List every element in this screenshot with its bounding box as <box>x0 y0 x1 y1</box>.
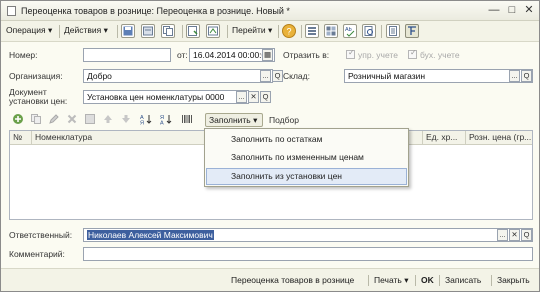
sort-descending-icon[interactable]: ЯA <box>160 113 172 125</box>
comment-label: Комментарий: <box>9 249 65 259</box>
number-label: Номер: <box>9 50 38 60</box>
responsible-label: Ответственный: <box>9 230 73 240</box>
journal-icon[interactable] <box>386 24 400 38</box>
column-header-unit[interactable]: Ед. хр... <box>423 131 466 145</box>
help-icon[interactable]: ? <box>282 24 296 38</box>
comment-field[interactable] <box>83 247 533 261</box>
calendar-icon[interactable]: ▦ <box>262 49 273 61</box>
svg-text:Я: Я <box>140 121 144 126</box>
separator <box>439 275 440 286</box>
responsible-field[interactable]: Николаев Алексей Максимович <box>83 228 533 242</box>
warehouse-search-icon[interactable]: Q <box>521 70 532 82</box>
responsible-clear-icon[interactable]: ✕ <box>509 229 520 241</box>
separator <box>368 275 369 286</box>
bottom-bar: Переоценка товаров в рознице Печать ▾ OK… <box>1 268 539 291</box>
end-edit-icon[interactable] <box>84 113 96 125</box>
date-label: от: <box>177 50 188 60</box>
separator <box>415 275 416 286</box>
separator <box>227 25 228 38</box>
structure-icon[interactable] <box>206 24 220 38</box>
svg-text:A: A <box>160 121 164 126</box>
minimize-button[interactable]: — <box>488 4 500 17</box>
close-window-button[interactable]: ✕ <box>523 4 535 17</box>
window-title: Переоценка товаров в рознице: Переоценка… <box>21 6 290 16</box>
command-bar: Операция ▾ Действия ▾ Перейти ▾ ? Ab <box>1 21 539 42</box>
responsible-value: Николаев Алексей Максимович <box>87 230 214 240</box>
refresh-icon[interactable] <box>186 24 200 38</box>
barcode-icon[interactable] <box>181 113 193 125</box>
price-doc-label-line2: установки цен: <box>9 96 68 106</box>
maximize-button[interactable]: □ <box>506 4 518 17</box>
pick-button[interactable]: Подбор <box>269 115 299 125</box>
print-form-link[interactable]: Переоценка товаров в рознице <box>231 275 354 285</box>
number-field[interactable] <box>83 48 171 62</box>
separator <box>117 25 118 38</box>
goto-menu[interactable]: Перейти ▾ <box>232 25 272 36</box>
organization-select-button[interactable]: ... <box>260 70 271 82</box>
chevron-down-icon: ▾ <box>253 115 258 125</box>
menu-item-fill-by-stock[interactable]: Заполнить по остаткам <box>206 131 407 148</box>
column-header-retail-price[interactable]: Розн. цена (гр... <box>466 131 532 145</box>
delete-row-icon[interactable] <box>66 113 78 125</box>
edit-row-icon[interactable] <box>48 113 60 125</box>
save-icon[interactable] <box>121 24 135 38</box>
separator <box>301 25 302 38</box>
price-doc-search-icon[interactable]: Q <box>260 91 271 103</box>
structure-tree-icon[interactable] <box>305 24 319 38</box>
write-button[interactable]: Записать <box>445 275 481 285</box>
separator <box>278 25 279 38</box>
organization-field[interactable]: Добро <box>83 69 273 83</box>
close-button[interactable]: Закрыть <box>497 275 530 285</box>
operation-menu[interactable]: Операция ▾ <box>6 25 52 36</box>
warehouse-field[interactable]: Розничный магазин <box>344 69 533 83</box>
price-doc-field[interactable]: Установка цен номенклатуры 0000 <box>83 90 249 104</box>
separator <box>59 25 60 38</box>
svg-text:?: ? <box>287 27 292 37</box>
preview-icon[interactable] <box>362 24 376 38</box>
fill-button[interactable]: Заполнить ▾ <box>205 113 263 127</box>
accounting-label: бух. учете <box>420 50 460 60</box>
organization-label: Организация: <box>9 71 63 81</box>
separator <box>182 25 183 38</box>
document-window: Переоценка товаров в рознице: Переоценка… <box>0 0 540 292</box>
copy-icon[interactable] <box>161 24 175 38</box>
fill-dropdown-menu: Заполнить по остаткам Заполнить по измен… <box>204 128 409 187</box>
svg-text:Ab: Ab <box>345 27 352 33</box>
separator <box>491 275 492 286</box>
menu-item-fill-by-changed-prices[interactable]: Заполнить по измененным ценам <box>206 149 407 166</box>
price-doc-select-button[interactable]: ... <box>236 91 247 103</box>
column-header-number[interactable]: № <box>10 131 32 145</box>
warehouse-select-button[interactable]: ... <box>509 70 520 82</box>
responsible-select-button[interactable]: ... <box>497 229 508 241</box>
fill-button-label: Заполнить <box>209 115 251 125</box>
ok-button[interactable]: OK <box>421 275 434 285</box>
tool-icon[interactable] <box>405 24 419 38</box>
accounting-checkbox[interactable] <box>408 48 417 59</box>
print-button[interactable]: Печать ▾ <box>374 275 408 286</box>
table-view-icon[interactable] <box>324 24 338 38</box>
organization-search-icon[interactable]: Q <box>272 70 283 82</box>
menu-item-fill-from-price-setting[interactable]: Заполнить из установки цен <box>206 168 407 185</box>
move-down-icon[interactable] <box>120 113 132 125</box>
price-doc-clear-icon[interactable]: ✕ <box>248 91 259 103</box>
post-icon[interactable] <box>141 24 155 38</box>
spellcheck-icon[interactable]: Ab <box>343 24 357 38</box>
sort-ascending-icon[interactable]: AЯ <box>140 113 152 125</box>
separator <box>381 25 382 38</box>
mgmt-accounting-checkbox[interactable] <box>346 48 355 59</box>
add-row-icon[interactable] <box>12 113 24 125</box>
responsible-search-icon[interactable]: Q <box>521 229 532 241</box>
actions-menu[interactable]: Действия ▾ <box>64 25 108 36</box>
title-bar: Переоценка товаров в рознице: Переоценка… <box>1 1 539 21</box>
move-up-icon[interactable] <box>102 113 114 125</box>
mgmt-accounting-label: упр. учете <box>358 50 398 60</box>
document-icon <box>7 6 16 16</box>
copy-row-icon[interactable] <box>30 113 42 125</box>
warehouse-label: Склад: <box>283 71 310 81</box>
reflect-label: Отразить в: <box>283 50 330 60</box>
